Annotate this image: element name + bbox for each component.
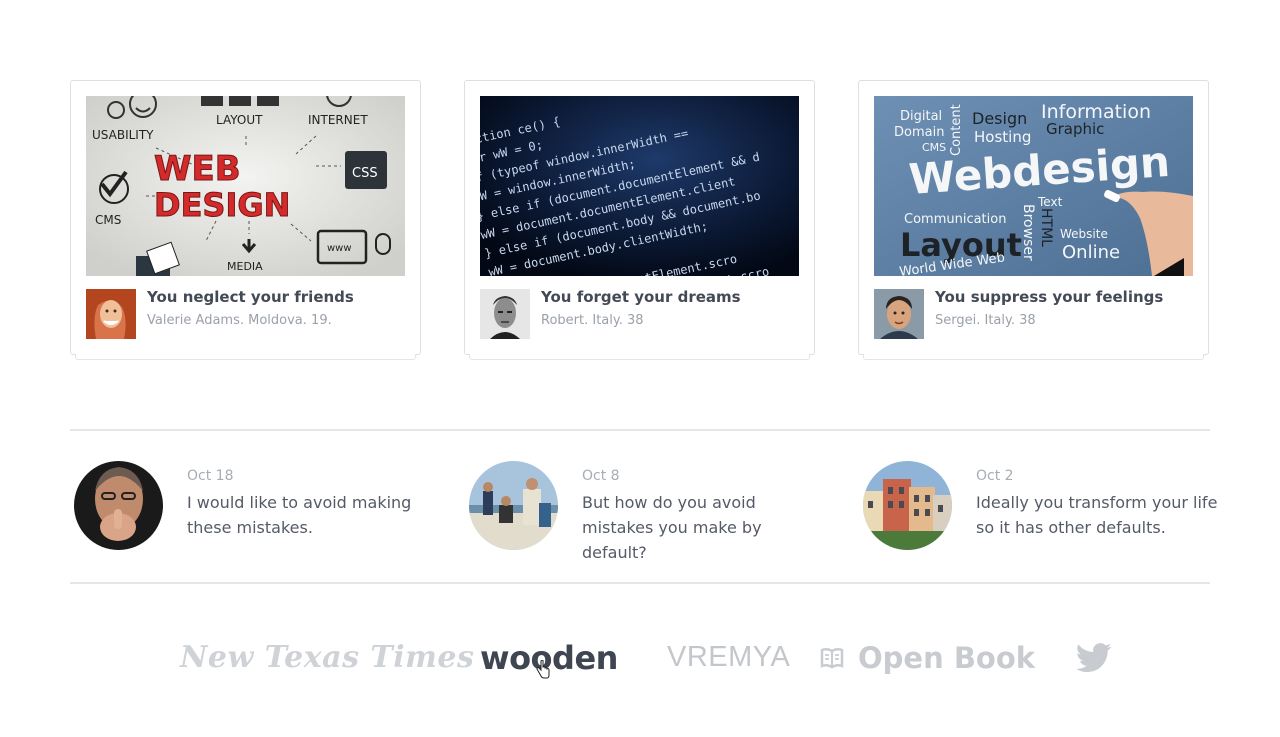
quote-date: Oct 2 — [976, 468, 1014, 484]
chalk-word: Domain — [894, 125, 944, 140]
chalk-word: Text — [1037, 195, 1063, 209]
chalk-word: Content — [949, 104, 964, 156]
section-divider — [70, 429, 1210, 431]
man-pointing-avatar[interactable] — [74, 461, 163, 550]
story-card[interactable]: USABILITY LAYOUT INTERNET CMS WEB DESIGN… — [70, 80, 421, 360]
houses-avatar[interactable] — [863, 461, 952, 550]
chalk-word: Digital — [900, 109, 942, 124]
collage-word: www — [327, 243, 352, 254]
collage-word: CSS — [352, 166, 378, 181]
man-bw-portrait-avatar[interactable] — [480, 289, 530, 339]
card-title[interactable]: You suppress your feelings — [935, 288, 1163, 306]
story-card[interactable]: unction ce() { var wW = 0; if (typeof wi… — [464, 80, 815, 360]
press-logos: New Texas Times wooden VREMYA Open Book — [0, 630, 1280, 685]
collage-title: WEB — [154, 149, 241, 189]
collage-word: MEDIA — [227, 260, 263, 273]
man-dark-hair-avatar[interactable] — [874, 289, 924, 339]
chalk-word: Design — [972, 109, 1027, 128]
javascript-code-image[interactable]: unction ce() { var wW = 0; if (typeof wi… — [480, 96, 799, 276]
quote-date: Oct 8 — [582, 468, 620, 484]
card-title[interactable]: You forget your dreams — [541, 288, 741, 306]
new-texas-times-logo[interactable]: New Texas Times — [180, 630, 474, 685]
card-author: Valerie Adams. Moldova. 19. — [147, 313, 332, 328]
chalk-word: HTML — [1038, 208, 1054, 247]
woman-redhead-avatar[interactable] — [86, 289, 136, 339]
chalk-word: Graphic — [1046, 120, 1104, 138]
quote-text[interactable]: Ideally you transform your life so it ha… — [976, 490, 1221, 540]
open-book-logo[interactable]: Open Book — [820, 630, 1035, 685]
beach-people-avatar[interactable] — [469, 461, 558, 550]
collage-title: DESIGN — [154, 186, 290, 224]
collage-word: USABILITY — [92, 128, 154, 142]
vremya-logo[interactable]: VREMYA — [667, 630, 790, 685]
quote-item[interactable]: Oct 8 But how do you avoid mistakes you … — [469, 461, 829, 562]
card-author: Robert. Italy. 38 — [541, 313, 644, 328]
chalk-word: Online — [1062, 242, 1120, 263]
quote-date: Oct 18 — [187, 468, 234, 484]
chalk-word: Website — [1060, 227, 1108, 241]
collage-word: INTERNET — [308, 113, 368, 127]
twitter-icon[interactable] — [1076, 630, 1112, 685]
quote-item[interactable]: Oct 2 Ideally you transform your life so… — [863, 461, 1223, 553]
open-book-label: Open Book — [858, 640, 1036, 675]
webdesign-chalkboard-image[interactable]: Digital Domain CMS Content Design Hostin… — [874, 96, 1193, 276]
featured-cards: USABILITY LAYOUT INTERNET CMS WEB DESIGN… — [70, 80, 1210, 362]
quote-text[interactable]: But how do you avoid mistakes you make b… — [582, 490, 827, 565]
quote-item[interactable]: Oct 18 I would like to avoid making thes… — [74, 461, 434, 553]
card-title[interactable]: You neglect your friends — [147, 288, 354, 306]
book-icon — [820, 647, 844, 669]
collage-word: LAYOUT — [216, 113, 263, 127]
card-author: Sergei. Italy. 38 — [935, 313, 1036, 328]
web-design-collage-image[interactable]: USABILITY LAYOUT INTERNET CMS WEB DESIGN… — [86, 96, 405, 276]
chalk-word: Hosting — [974, 128, 1031, 146]
chalk-word: Browser — [1020, 204, 1036, 261]
collage-word: CMS — [95, 213, 121, 227]
hand-cursor-icon — [536, 660, 550, 679]
chalk-word: Communication — [904, 212, 1006, 227]
quote-text[interactable]: I would like to avoid making these mista… — [187, 490, 432, 540]
story-card[interactable]: Digital Domain CMS Content Design Hostin… — [858, 80, 1209, 360]
section-divider — [70, 582, 1210, 584]
